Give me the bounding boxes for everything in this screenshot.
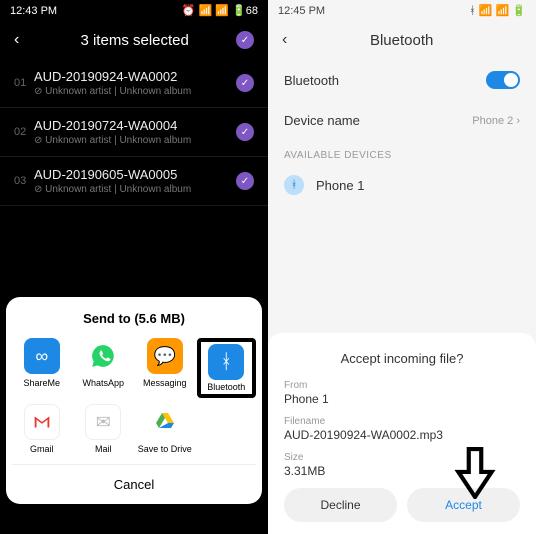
bluetooth-toggle[interactable] [486, 71, 520, 89]
accept-button[interactable]: Accept [407, 488, 520, 522]
status-time: 12:45 PM [278, 5, 325, 17]
app-bluetooth[interactable]: ᚼ Bluetooth [197, 338, 257, 398]
header: ‹ 3 items selected ✓ [0, 21, 268, 59]
select-all-check[interactable]: ✓ [236, 31, 254, 49]
status-icons: ⏰ 📶 📶 🔋68 [182, 4, 258, 17]
page-title: 3 items selected [33, 32, 236, 49]
app-drive[interactable]: Save to Drive [135, 404, 195, 454]
from-label: From [284, 380, 520, 391]
list-index: 02 [14, 126, 34, 138]
share-sheet: Send to (5.6 MB) ∞ ShareMe WhatsApp 💬 Me… [6, 297, 262, 504]
list-item[interactable]: 03 AUD-20190605-WA0005 ⊘ Unknown artist … [0, 157, 268, 206]
app-shareme[interactable]: ∞ ShareMe [12, 338, 72, 398]
device-row[interactable]: ᚼ Phone 1 [268, 165, 536, 205]
item-subtitle: ⊘ Unknown artist | Unknown album [34, 184, 236, 195]
list-index: 03 [14, 175, 34, 187]
status-bar: 12:43 PM ⏰ 📶 📶 🔋68 [0, 0, 268, 21]
device-name: Phone 1 [316, 178, 364, 193]
item-title: AUD-20190924-WA0002 [34, 69, 236, 84]
item-check-icon[interactable]: ✓ [236, 123, 254, 141]
item-check-icon[interactable]: ✓ [236, 172, 254, 190]
sheet-title: Send to (5.6 MB) [12, 311, 256, 326]
filename-value: AUD-20190924-WA0002.mp3 [284, 428, 520, 442]
page-title: Bluetooth [281, 32, 522, 49]
item-subtitle: ⊘ Unknown artist | Unknown album [34, 135, 236, 146]
from-value: Phone 1 [284, 392, 520, 406]
device-name-label: Device name [284, 113, 360, 128]
phone-right-screenshot: 12:45 PM ᚼ 📶 📶 🔋 ‹ Bluetooth Bluetooth D… [268, 0, 536, 534]
phone-left-screenshot: 12:43 PM ⏰ 📶 📶 🔋68 ‹ 3 items selected ✓ … [0, 0, 268, 534]
back-icon[interactable]: ‹ [14, 31, 33, 49]
list-item[interactable]: 02 AUD-20190724-WA0004 ⊘ Unknown artist … [0, 108, 268, 157]
device-bluetooth-icon: ᚼ [284, 175, 304, 195]
status-icons: ᚼ 📶 📶 🔋 [469, 4, 526, 17]
app-whatsapp[interactable]: WhatsApp [74, 338, 134, 398]
item-subtitle: ⊘ Unknown artist | Unknown album [34, 86, 236, 97]
bluetooth-icon: ᚼ [208, 344, 244, 380]
app-messaging[interactable]: 💬 Messaging [135, 338, 195, 398]
filename-label: Filename [284, 416, 520, 427]
list-index: 01 [14, 77, 34, 89]
decline-button[interactable]: Decline [284, 488, 397, 522]
status-bar: 12:45 PM ᚼ 📶 📶 🔋 [268, 0, 536, 21]
status-time: 12:43 PM [10, 5, 57, 17]
shareme-icon: ∞ [24, 338, 60, 374]
item-title: AUD-20190724-WA0004 [34, 118, 236, 133]
item-title: AUD-20190605-WA0005 [34, 167, 236, 182]
mail-icon: ✉ [85, 404, 121, 440]
bluetooth-toggle-row[interactable]: Bluetooth [268, 59, 536, 101]
list-item[interactable]: 01 AUD-20190924-WA0002 ⊘ Unknown artist … [0, 59, 268, 108]
incoming-file-sheet: Accept incoming file? From Phone 1 Filen… [268, 333, 536, 534]
size-value: 3.31MB [284, 464, 520, 478]
cancel-button[interactable]: Cancel [12, 464, 256, 500]
sheet-title: Accept incoming file? [284, 351, 520, 366]
available-devices-label: AVAILABLE DEVICES [268, 140, 536, 165]
size-label: Size [284, 452, 520, 463]
bluetooth-label: Bluetooth [284, 73, 339, 88]
chevron-right-icon: › [516, 115, 520, 127]
whatsapp-icon [85, 338, 121, 374]
header: ‹ Bluetooth [268, 21, 536, 59]
app-mail[interactable]: ✉ Mail [74, 404, 134, 454]
device-name-value: Phone 2 [472, 115, 513, 127]
app-gmail[interactable]: Gmail [12, 404, 72, 454]
gmail-icon [24, 404, 60, 440]
device-name-row[interactable]: Device name Phone 2 › [268, 101, 536, 140]
messaging-icon: 💬 [147, 338, 183, 374]
drive-icon [147, 404, 183, 440]
item-check-icon[interactable]: ✓ [236, 74, 254, 92]
